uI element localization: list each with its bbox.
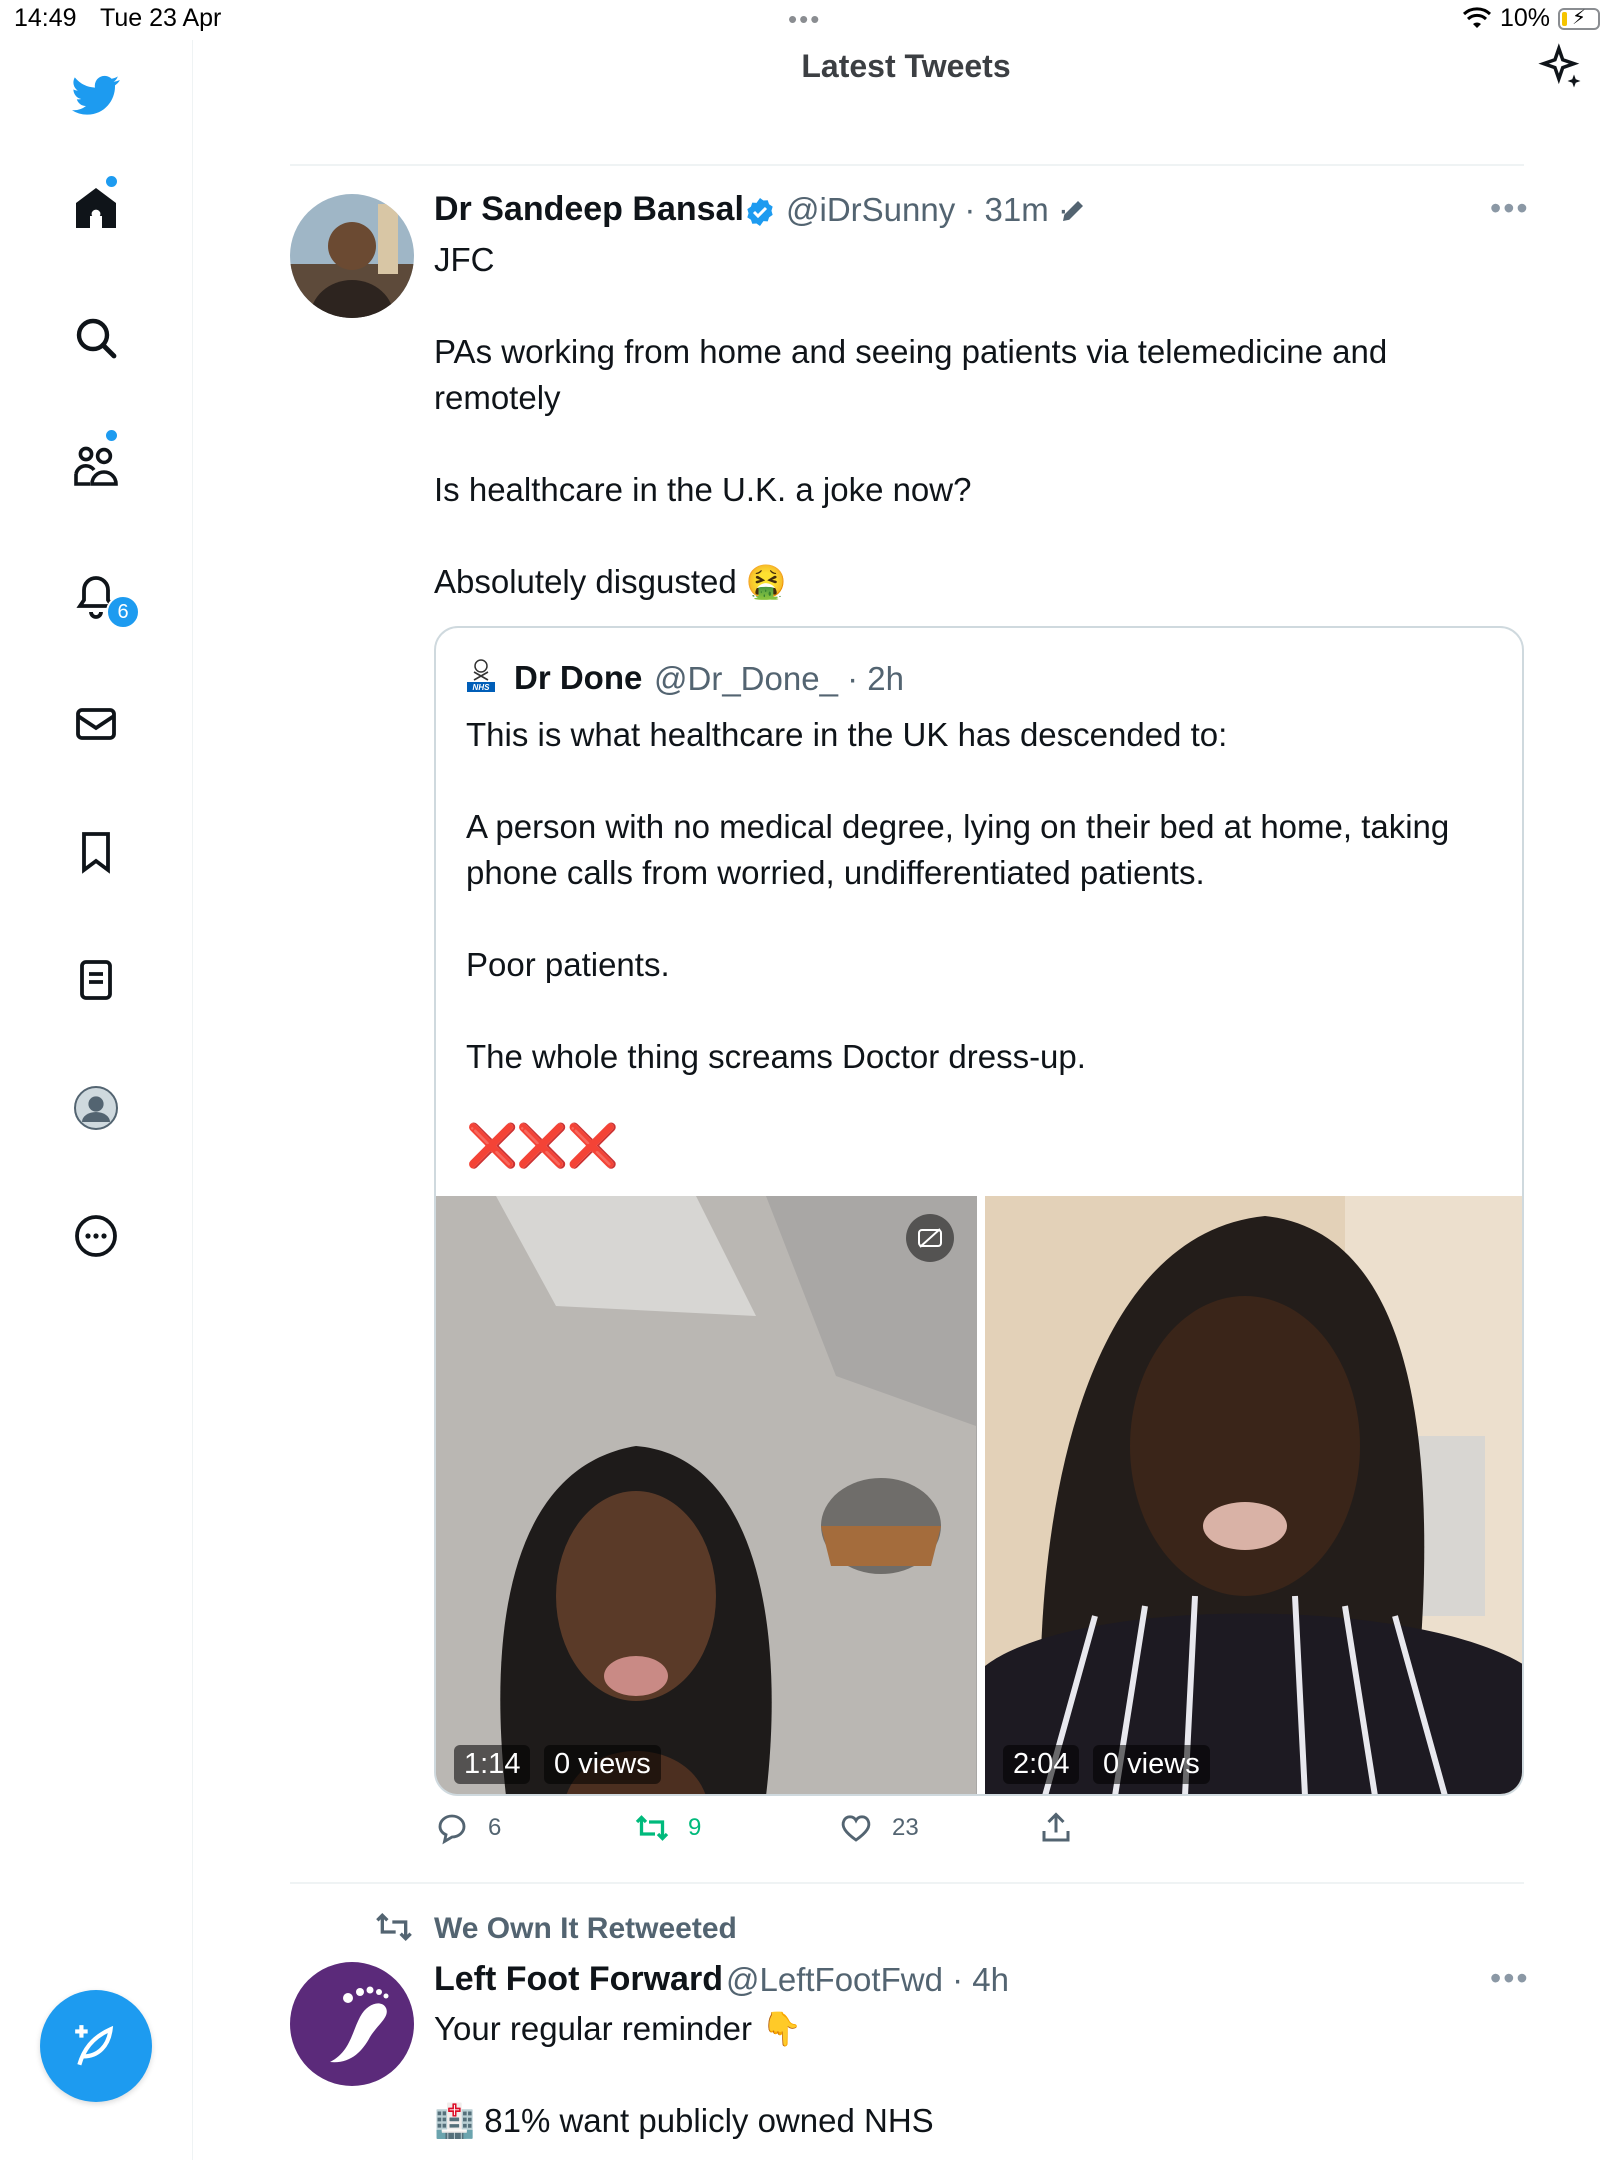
multitasking-dots-icon[interactable]: ••• <box>788 4 821 35</box>
profile-avatar-icon[interactable] <box>68 1080 124 1136</box>
status-time: 14:49 <box>14 4 77 32</box>
video-1-duration: 1:14 <box>454 1745 531 1784</box>
lists-icon[interactable] <box>68 952 124 1008</box>
cross-marks: ❌❌❌ <box>466 1122 619 1169</box>
status-bar: 14:49 Tue 23 Apr ••• 10% ⚡ <box>0 0 1620 40</box>
video-thumbnail-2[interactable]: 2:04 0 views <box>985 1196 1522 1794</box>
compose-tweet-button[interactable] <box>40 1990 152 2102</box>
tweet-divider <box>290 1882 1524 1884</box>
search-icon[interactable] <box>68 310 124 366</box>
tweet2-author-avatar[interactable] <box>290 1962 414 2086</box>
quote-body: This is what healthcare in the UK has de… <box>466 716 1450 1075</box>
tweet2-author-name[interactable]: Left Foot Forward <box>434 1960 723 1999</box>
retweet-count: 9 <box>688 1814 702 1841</box>
more-options-icon[interactable] <box>68 1208 124 1264</box>
quote-author-handle[interactable]: @Dr_Done_ · 2h <box>654 660 904 698</box>
reply-bubble-icon <box>438 1814 466 1845</box>
heart-icon <box>841 1815 871 1842</box>
tweet2-more-menu-icon[interactable]: ••• <box>1490 1960 1530 1997</box>
captions-off-icon[interactable] <box>906 1214 954 1262</box>
quoted-tweet-card[interactable]: NHS Dr Done @Dr_Done_ · 2h This is what … <box>434 626 1524 1796</box>
like-button[interactable]: 23 <box>838 1810 919 1846</box>
tweet2-line-1: Your regular reminder 👇 <box>434 2010 803 2047</box>
wifi-icon <box>1462 6 1491 28</box>
share-button[interactable] <box>1038 1810 1074 1846</box>
video-2-views: 0 views <box>1093 1745 1210 1784</box>
verified-badge-icon <box>747 198 773 226</box>
battery-percent: 10% <box>1499 4 1550 32</box>
svg-text:NHS: NHS <box>473 683 491 692</box>
tweet2-author-handle[interactable]: @LeftFootFwd · 4h <box>726 1961 1009 1999</box>
compose-feather-icon <box>75 2025 114 2066</box>
quote-author-avatar[interactable]: NHS <box>466 658 496 692</box>
notifications-badge: 6 <box>106 595 140 629</box>
video-thumbnail-1[interactable]: 1:14 0 views <box>436 1196 977 1794</box>
status-date: Tue 23 Apr <box>100 4 222 32</box>
page-title: Latest Tweets <box>801 48 1011 84</box>
communities-icon[interactable] <box>68 438 124 494</box>
home-icon[interactable] <box>68 180 124 236</box>
bookmarks-icon[interactable] <box>68 824 124 880</box>
communities-unread-dot <box>104 428 119 443</box>
video-2-duration: 2:04 <box>1003 1745 1080 1784</box>
tweet-actions: 6 9 23 <box>434 1810 1134 1860</box>
messages-mail-icon[interactable] <box>68 696 124 752</box>
home-unread-dot <box>104 174 119 189</box>
header-divider <box>290 164 1524 166</box>
like-count: 23 <box>892 1814 919 1841</box>
tweet-author-handle[interactable]: @iDrSunny · 31m · <box>786 191 1069 229</box>
quote-author-name[interactable]: Dr Done <box>514 659 642 697</box>
retweet-icon <box>635 1815 669 1841</box>
sidebar: 6 <box>0 40 193 2160</box>
tweet-more-menu-icon[interactable]: ••• <box>1490 190 1530 227</box>
tweet-body: JFC PAs working from home and seeing pat… <box>434 241 1388 600</box>
sparkle-timeline-icon[interactable] <box>1535 42 1587 94</box>
video-1-views: 0 views <box>544 1745 661 1784</box>
retweet-button[interactable]: 9 <box>634 1810 701 1846</box>
share-upload-icon <box>1042 1812 1070 1842</box>
tweet-author-avatar[interactable] <box>290 194 414 318</box>
tweet2-line-2: 🏥 81% want publicly owned NHS <box>434 2102 934 2139</box>
retweeted-indicator-icon <box>376 1912 412 1942</box>
reply-count: 6 <box>488 1814 502 1841</box>
tweet-author-name[interactable]: Dr Sandeep Bansal <box>434 190 744 229</box>
battery-icon: ⚡ <box>1558 7 1600 30</box>
retweeted-by-label[interactable]: We Own It Retweeted <box>434 1912 737 1946</box>
edited-pencil-icon[interactable] <box>1058 196 1088 226</box>
reply-button[interactable]: 6 <box>434 1810 501 1846</box>
